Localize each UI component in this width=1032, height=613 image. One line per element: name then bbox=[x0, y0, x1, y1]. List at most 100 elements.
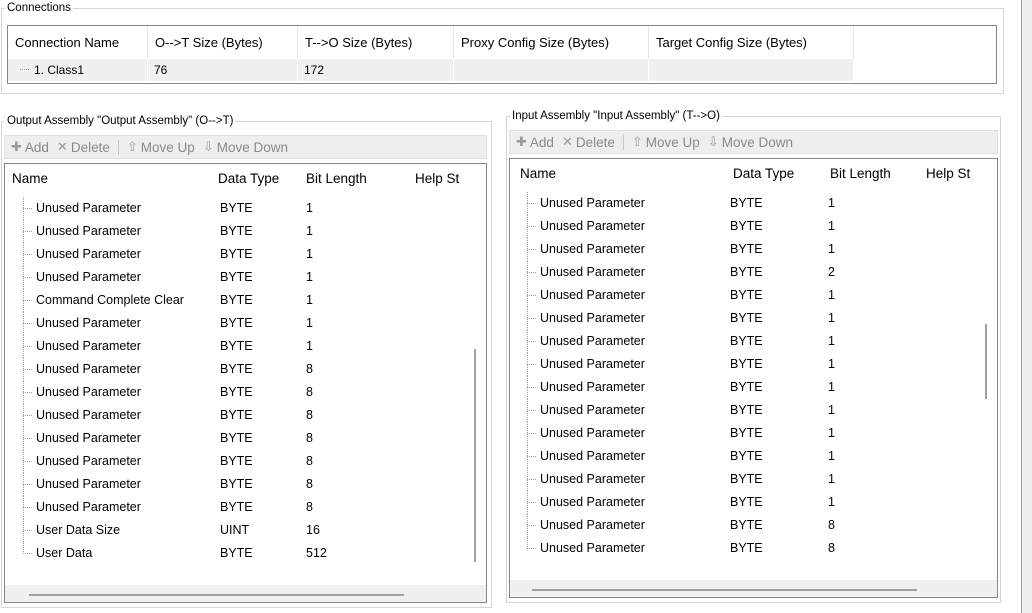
connection-name: 1. Class1 bbox=[34, 63, 85, 77]
col-connection-name[interactable]: Connection Name bbox=[8, 26, 148, 59]
table-row[interactable]: Unused Parameter BYTE 8 bbox=[510, 514, 997, 537]
col-help-string[interactable]: Help St bbox=[415, 164, 485, 194]
col-bit-length[interactable]: Bit Length bbox=[830, 159, 925, 189]
col-data-type[interactable]: Data Type bbox=[733, 159, 813, 189]
bit-length: 8 bbox=[306, 362, 313, 376]
table-row[interactable]: Unused Parameter BYTE 1 bbox=[510, 330, 997, 353]
table-row[interactable]: Unused Parameter BYTE 1 bbox=[510, 353, 997, 376]
table-row[interactable]: Unused Parameter BYTE 1 bbox=[510, 399, 997, 422]
bit-length: 1 bbox=[828, 403, 835, 417]
tree-connector bbox=[527, 215, 539, 238]
parameter-name: Unused Parameter bbox=[36, 408, 141, 422]
table-row[interactable]: Unused Parameter BYTE 1 bbox=[5, 220, 486, 243]
table-row[interactable]: Unused Parameter BYTE 1 bbox=[510, 284, 997, 307]
input-move-down-button[interactable]: ⇩ Move Down bbox=[708, 134, 793, 150]
table-row[interactable]: Unused Parameter BYTE 8 bbox=[5, 496, 486, 519]
table-row[interactable]: Unused Parameter BYTE 1 bbox=[510, 445, 997, 468]
tree-connector bbox=[23, 519, 35, 542]
table-row[interactable]: Unused Parameter BYTE 1 bbox=[510, 468, 997, 491]
table-row[interactable]: Unused Parameter BYTE 8 bbox=[5, 404, 486, 427]
bit-length: 8 bbox=[306, 408, 313, 422]
table-row[interactable]: Unused Parameter BYTE 1 bbox=[510, 215, 997, 238]
table-row[interactable]: Unused Parameter BYTE 1 bbox=[510, 422, 997, 445]
input-move-up-button[interactable]: ⇧ Move Up bbox=[632, 134, 700, 150]
parameter-name: Unused Parameter bbox=[540, 380, 645, 394]
table-row[interactable]: Unused Parameter BYTE 1 bbox=[5, 335, 486, 358]
connection-row[interactable]: 1. Class1 76 172 bbox=[8, 59, 854, 81]
table-row[interactable]: Unused Parameter BYTE 2 bbox=[510, 261, 997, 284]
add-label: Add bbox=[529, 134, 554, 150]
col-to-size[interactable]: T-->O Size (Bytes) bbox=[298, 26, 454, 59]
table-row[interactable]: Unused Parameter BYTE 8 bbox=[5, 427, 486, 450]
tree-connector bbox=[23, 266, 35, 289]
output-add-button[interactable]: ✚ Add bbox=[11, 139, 49, 155]
table-row[interactable]: Unused Parameter BYTE 1 bbox=[510, 307, 997, 330]
parameter-name: Unused Parameter bbox=[540, 495, 645, 509]
connections-header: Connection Name O-->T Size (Bytes) T-->O… bbox=[8, 26, 854, 59]
table-row[interactable]: Command Complete Clear BYTE 1 bbox=[5, 289, 486, 312]
parameter-name: Unused Parameter bbox=[540, 265, 645, 279]
output-delete-button[interactable]: ✕ Delete bbox=[57, 139, 110, 155]
table-row[interactable]: Unused Parameter BYTE 1 bbox=[5, 243, 486, 266]
connection-name-cell: 1. Class1 bbox=[8, 59, 148, 81]
table-row[interactable]: Unused Parameter BYTE 1 bbox=[510, 238, 997, 261]
to-size-value: 172 bbox=[298, 59, 454, 81]
table-row[interactable]: Unused Parameter BYTE 1 bbox=[5, 197, 486, 220]
col-target-config-size[interactable]: Target Config Size (Bytes) bbox=[649, 26, 854, 59]
data-type: BYTE bbox=[730, 265, 763, 279]
table-row[interactable]: Unused Parameter BYTE 8 bbox=[510, 537, 997, 560]
col-name[interactable]: Name bbox=[12, 164, 212, 194]
data-type: BYTE bbox=[730, 518, 763, 532]
col-ot-size[interactable]: O-->T Size (Bytes) bbox=[148, 26, 298, 59]
input-horizontal-scrollbar[interactable] bbox=[532, 589, 917, 591]
data-type: BYTE bbox=[220, 339, 253, 353]
output-horizontal-scrollbar[interactable] bbox=[29, 594, 404, 596]
tree-connector bbox=[527, 307, 539, 330]
output-move-down-button[interactable]: ⇩ Move Down bbox=[203, 139, 288, 155]
col-name[interactable]: Name bbox=[520, 159, 720, 189]
bit-length: 1 bbox=[828, 288, 835, 302]
parameter-name: Unused Parameter bbox=[36, 224, 141, 238]
table-row[interactable]: Unused Parameter BYTE 8 bbox=[5, 473, 486, 496]
output-assembly-table[interactable]: Name Data Type Bit Length Help St Unused… bbox=[4, 163, 487, 603]
parameter-name: Unused Parameter bbox=[540, 472, 645, 486]
table-row[interactable]: Unused Parameter BYTE 1 bbox=[510, 192, 997, 215]
target-config-value bbox=[649, 59, 854, 81]
output-vertical-scrollbar[interactable] bbox=[474, 349, 476, 562]
table-row[interactable]: Unused Parameter BYTE 1 bbox=[5, 266, 486, 289]
input-delete-button[interactable]: ✕ Delete bbox=[562, 134, 615, 150]
input-add-button[interactable]: ✚ Add bbox=[516, 134, 554, 150]
input-assembly-table[interactable]: Name Data Type Bit Length Help St Unused… bbox=[509, 158, 998, 598]
data-type: BYTE bbox=[220, 500, 253, 514]
bit-length: 512 bbox=[306, 546, 327, 560]
bit-length: 1 bbox=[828, 196, 835, 210]
col-bit-length[interactable]: Bit Length bbox=[306, 164, 401, 194]
tree-connector bbox=[527, 514, 539, 537]
table-row[interactable]: Unused Parameter BYTE 1 bbox=[510, 376, 997, 399]
output-move-up-button[interactable]: ⇧ Move Up bbox=[127, 139, 195, 155]
table-row[interactable]: Unused Parameter BYTE 1 bbox=[510, 491, 997, 514]
data-type: BYTE bbox=[220, 293, 253, 307]
parameter-name: Unused Parameter bbox=[540, 541, 645, 555]
tree-connector bbox=[23, 220, 35, 243]
data-type: BYTE bbox=[730, 288, 763, 302]
input-vertical-scrollbar[interactable] bbox=[985, 324, 987, 399]
table-row[interactable]: User Data Size UINT 16 bbox=[5, 519, 486, 542]
data-type: UINT bbox=[220, 523, 250, 537]
connections-table: Connection Name O-->T Size (Bytes) T-->O… bbox=[7, 25, 997, 84]
col-help-string[interactable]: Help St bbox=[926, 159, 996, 189]
parameter-name: User Data Size bbox=[36, 523, 121, 537]
data-type: BYTE bbox=[730, 541, 763, 555]
table-row[interactable]: User Data BYTE 512 bbox=[5, 542, 486, 565]
col-proxy-config-size[interactable]: Proxy Config Size (Bytes) bbox=[454, 26, 649, 59]
table-row[interactable]: Unused Parameter BYTE 8 bbox=[5, 381, 486, 404]
table-row[interactable]: Unused Parameter BYTE 8 bbox=[5, 358, 486, 381]
table-row[interactable]: Unused Parameter BYTE 1 bbox=[5, 312, 486, 335]
bit-length: 8 bbox=[306, 385, 313, 399]
table-row[interactable]: Unused Parameter BYTE 8 bbox=[5, 450, 486, 473]
col-data-type[interactable]: Data Type bbox=[218, 164, 298, 194]
bit-length: 1 bbox=[828, 426, 835, 440]
data-type: BYTE bbox=[220, 408, 253, 422]
parameter-name: Unused Parameter bbox=[540, 242, 645, 256]
data-type: BYTE bbox=[220, 362, 253, 376]
